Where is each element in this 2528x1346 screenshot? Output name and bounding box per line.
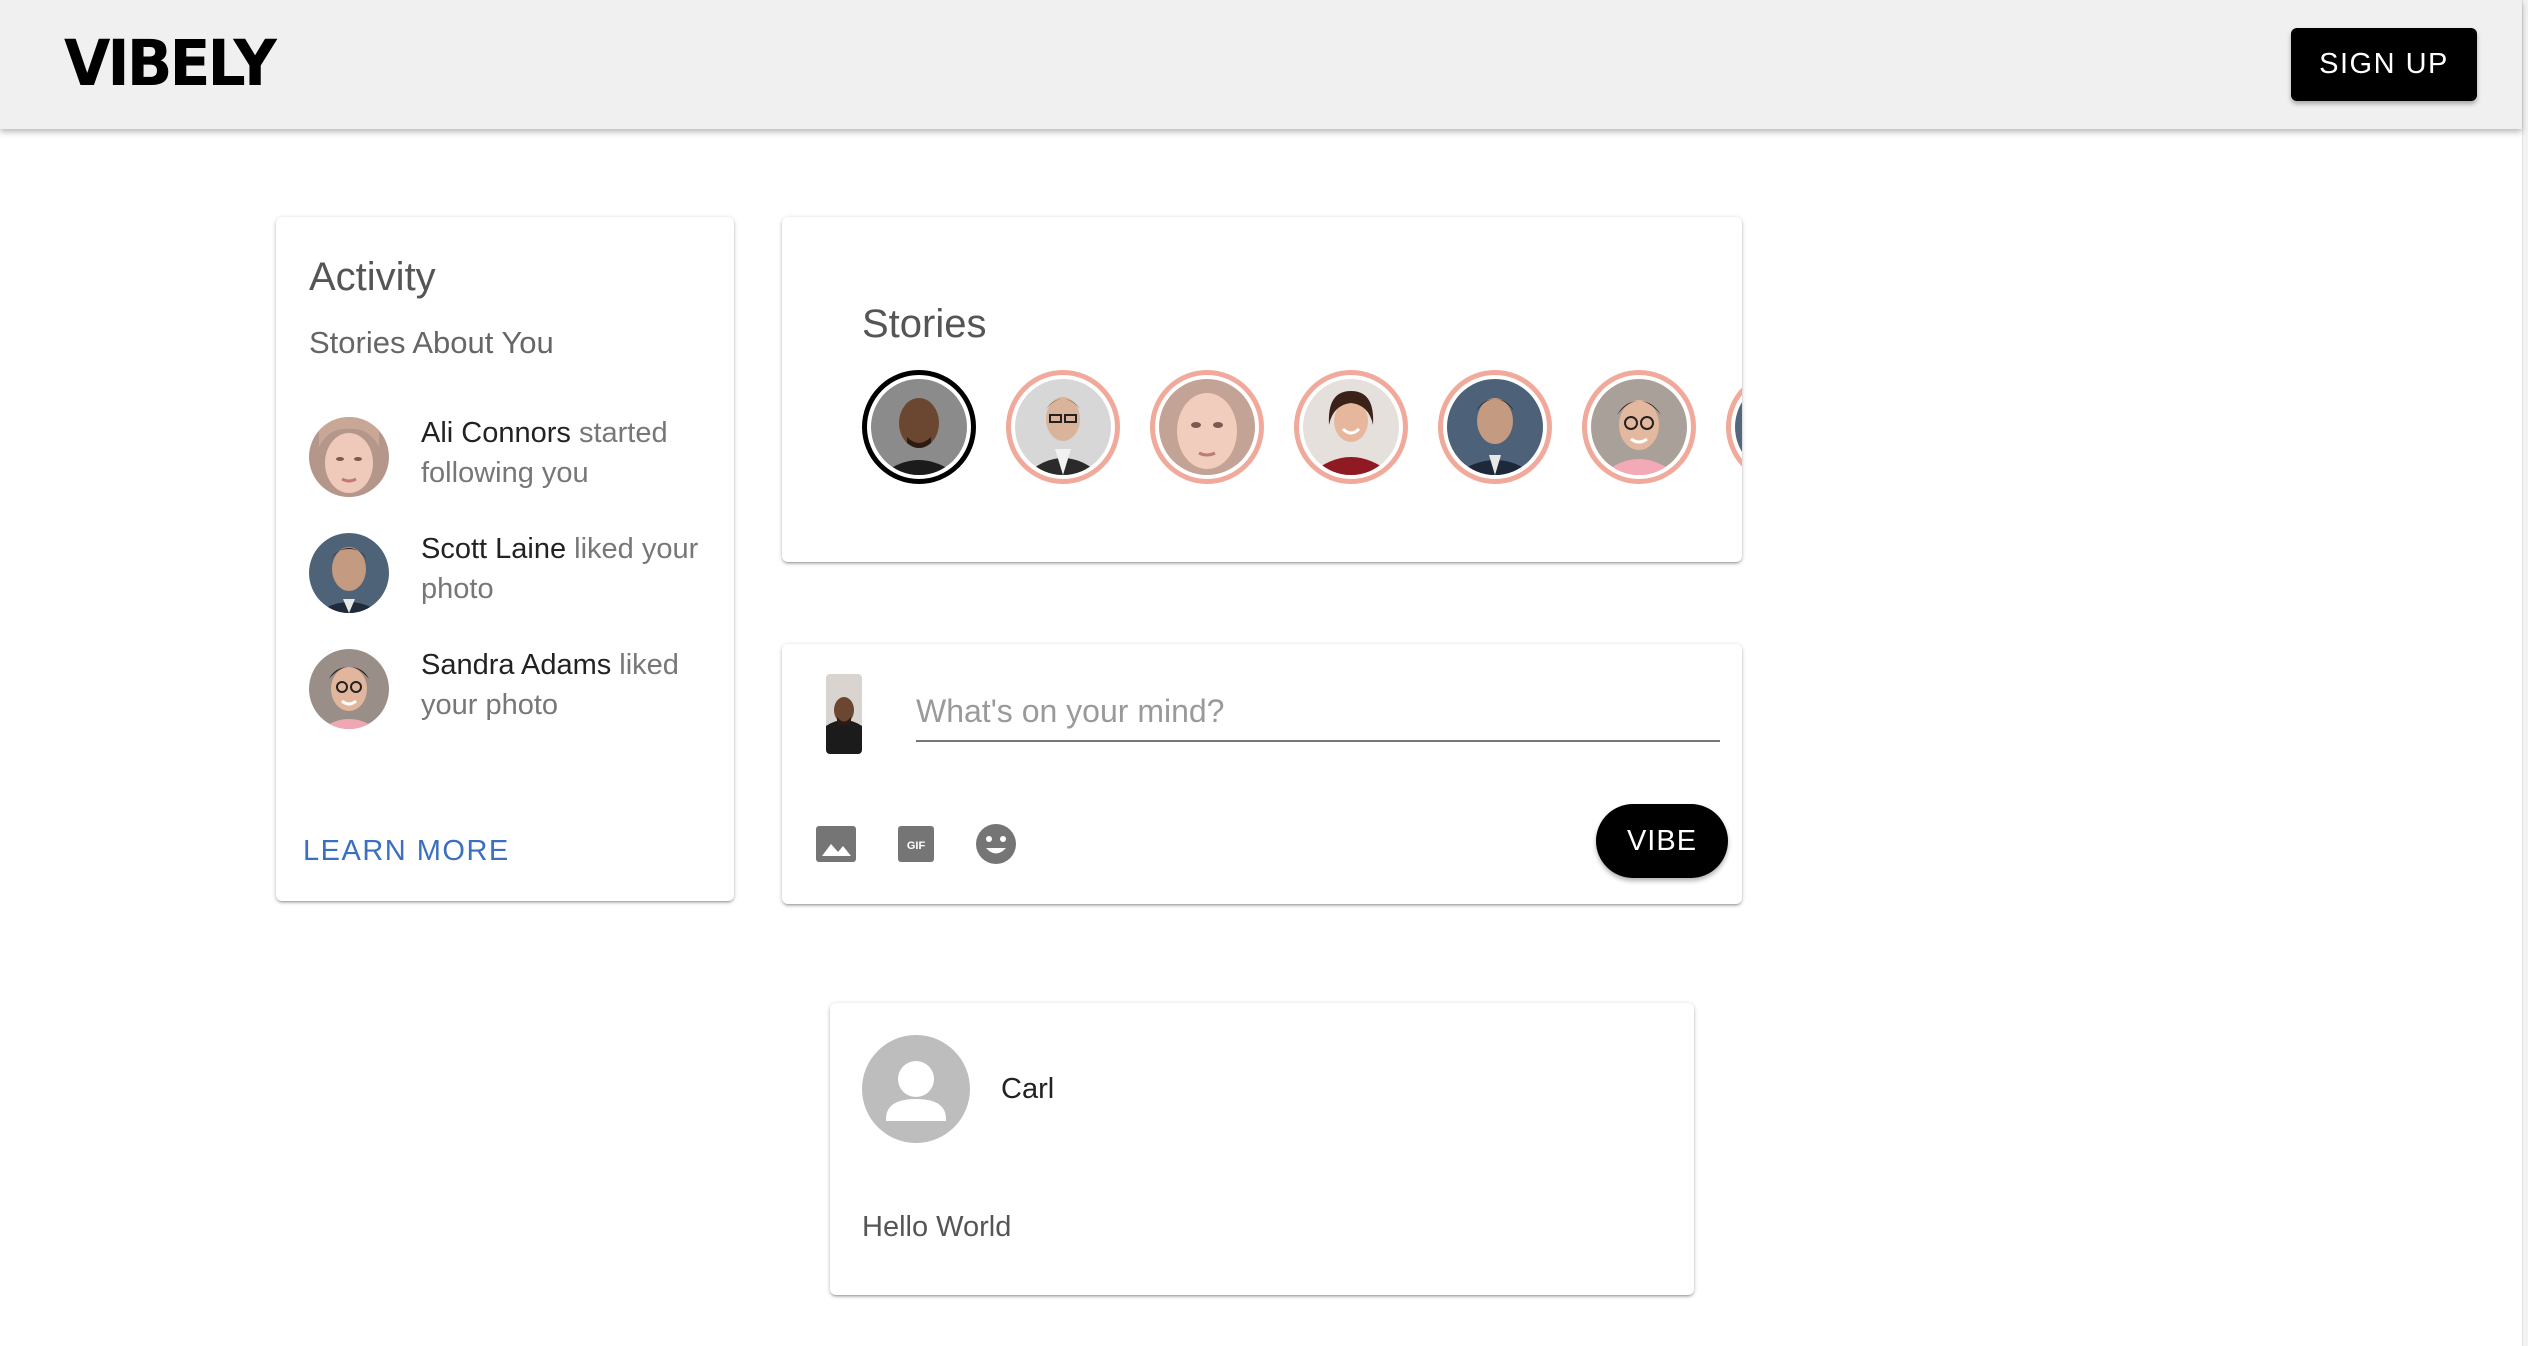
emoji-icon[interactable]: [974, 822, 1018, 866]
learn-more-link[interactable]: LEARN MORE: [303, 835, 510, 868]
user-avatar: [826, 674, 862, 754]
activity-item[interactable]: Scott Laine liked your photo: [309, 533, 729, 649]
activity-item[interactable]: Ali Connors started following you: [309, 417, 729, 533]
avatar: [309, 417, 389, 497]
story-avatar[interactable]: [1582, 370, 1696, 484]
story-avatar[interactable]: [862, 370, 976, 484]
story-avatar[interactable]: [1726, 370, 1742, 484]
image-icon[interactable]: [814, 822, 858, 866]
stories-title: Stories: [862, 302, 987, 346]
post-card: Carl Hello World: [830, 1003, 1694, 1295]
activity-subtitle: Stories About You: [309, 325, 554, 360]
story-avatar[interactable]: [1438, 370, 1552, 484]
page-scrollbar[interactable]: [2522, 0, 2528, 1346]
story-avatar[interactable]: [1294, 370, 1408, 484]
post-body-text: Hello World: [862, 1211, 1012, 1243]
activity-user-name[interactable]: Ali Connors: [421, 417, 571, 449]
avatar: [309, 533, 389, 613]
activity-text: Sandra Adams liked your photo: [421, 645, 721, 725]
activity-user-name[interactable]: Scott Laine: [421, 533, 566, 565]
gif-icon[interactable]: GIF: [894, 822, 938, 866]
avatar: [309, 649, 389, 729]
gif-icon-label: GIF: [907, 840, 926, 852]
person-icon: [886, 1061, 946, 1121]
activity-list: Ali Connors started following you Scott …: [309, 417, 729, 765]
activity-card: Activity Stories About You Ali Connors s…: [276, 217, 734, 901]
avatar[interactable]: [862, 1035, 970, 1143]
activity-text: Ali Connors started following you: [421, 413, 721, 493]
activity-text: Scott Laine liked your photo: [421, 529, 721, 609]
activity-title: Activity: [309, 255, 436, 299]
story-avatar[interactable]: [1150, 370, 1264, 484]
app-bar: VIBELY SIGN UP: [0, 0, 2522, 129]
stories-card: Stories: [782, 217, 1742, 562]
activity-item[interactable]: Sandra Adams liked your photo: [309, 649, 729, 765]
activity-user-name[interactable]: Sandra Adams: [421, 649, 611, 681]
story-avatar[interactable]: [1006, 370, 1120, 484]
vibely-logo[interactable]: VIBELY: [64, 30, 277, 97]
post-author-name[interactable]: Carl: [1001, 1073, 1054, 1106]
post-composer-card: GIF VIBE: [782, 644, 1742, 904]
vibe-button[interactable]: VIBE: [1596, 804, 1728, 878]
stories-row[interactable]: [862, 370, 1742, 484]
sign-up-button[interactable]: SIGN UP: [2291, 28, 2477, 101]
whats-on-your-mind-input[interactable]: [916, 682, 1720, 742]
